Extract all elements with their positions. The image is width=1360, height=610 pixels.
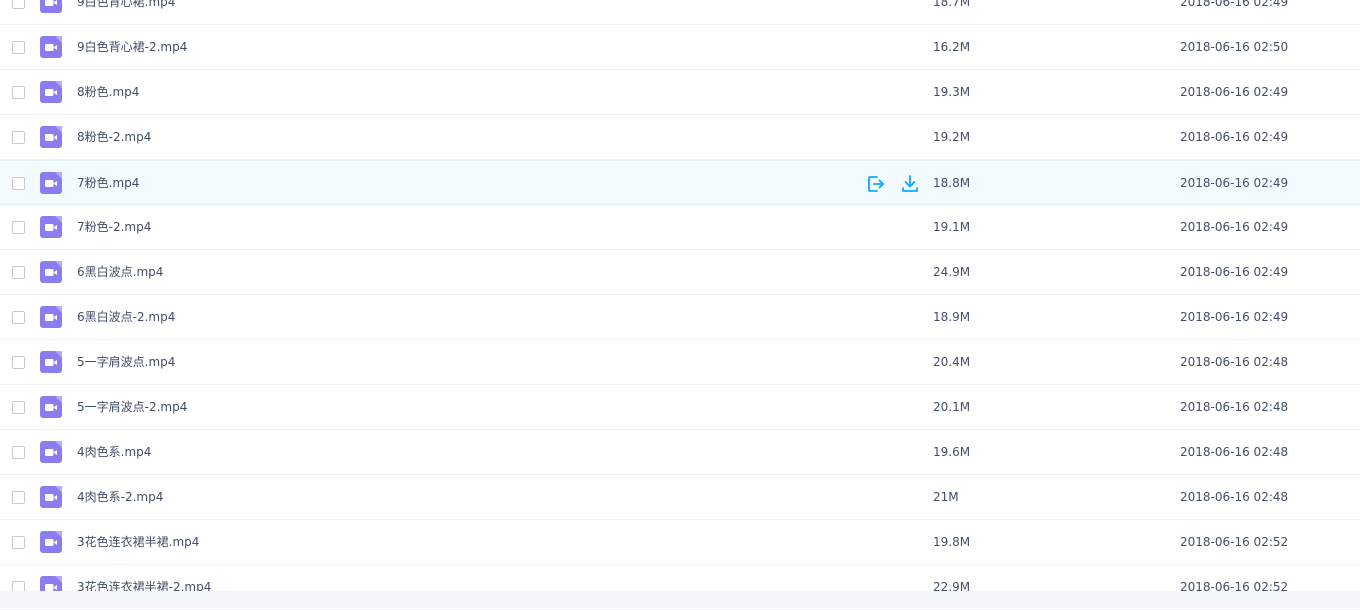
share-icon	[868, 176, 884, 192]
row-checkbox[interactable]	[12, 86, 25, 99]
file-name[interactable]: 5一字肩波点-2.mp4	[77, 399, 187, 415]
row-checkbox[interactable]	[12, 131, 25, 144]
file-modified-time: 2018-06-16 02:48	[1180, 445, 1289, 459]
file-name[interactable]: 3花色连衣裙半裙.mp4	[77, 534, 199, 550]
file-row-9[interactable]: 5一字肩波点.mp4 20.4M 2018-06-16 02:48	[0, 340, 1360, 385]
file-name[interactable]: 7粉色-2.mp4	[77, 219, 151, 235]
video-file-icon	[40, 351, 62, 373]
file-size: 19.2M	[933, 130, 971, 144]
file-row-11[interactable]: 4肉色系.mp4 19.6M 2018-06-16 02:48	[0, 430, 1360, 475]
row-checkbox[interactable]	[12, 177, 25, 190]
video-file-icon	[40, 441, 62, 463]
file-modified-time: 2018-06-16 02:49	[1180, 130, 1289, 144]
file-size: 20.1M	[933, 400, 971, 414]
file-size: 19.3M	[933, 85, 971, 99]
file-size: 19.8M	[933, 535, 971, 549]
video-file-icon	[40, 81, 62, 103]
file-name[interactable]: 8粉色.mp4	[77, 84, 139, 100]
download-icon	[902, 175, 918, 192]
file-row-13[interactable]: 3花色连衣裙半裙.mp4 19.8M 2018-06-16 02:52	[0, 520, 1360, 565]
video-file-icon	[40, 261, 62, 283]
row-checkbox[interactable]	[12, 491, 25, 504]
row-checkbox[interactable]	[12, 446, 25, 459]
row-checkbox[interactable]	[12, 41, 25, 54]
file-size: 18.9M	[933, 310, 971, 324]
file-row-1[interactable]: 9白色背心裙.mp4 18.7M 2018-06-16 02:49	[0, 0, 1360, 25]
file-size: 18.8M	[933, 176, 971, 190]
video-file-icon	[40, 36, 62, 58]
video-file-icon	[40, 126, 62, 148]
file-size: 24.9M	[933, 265, 971, 279]
file-name[interactable]: 8粉色-2.mp4	[77, 129, 151, 145]
share-button[interactable]	[866, 174, 886, 194]
file-name[interactable]: 9白色背心裙-2.mp4	[77, 39, 187, 55]
file-row-10[interactable]: 5一字肩波点-2.mp4 20.1M 2018-06-16 02:48	[0, 385, 1360, 430]
file-modified-time: 2018-06-16 02:49	[1180, 310, 1289, 324]
file-size: 16.2M	[933, 40, 971, 54]
file-size: 18.7M	[933, 0, 971, 9]
file-modified-time: 2018-06-16 02:52	[1180, 535, 1289, 549]
file-name[interactable]: 9白色背心裙.mp4	[77, 0, 175, 10]
file-row-2[interactable]: 9白色背心裙-2.mp4 16.2M 2018-06-16 02:50	[0, 25, 1360, 70]
file-modified-time: 2018-06-16 02:50	[1180, 40, 1289, 54]
file-modified-time: 2018-06-16 02:49	[1180, 220, 1289, 234]
file-modified-time: 2018-06-16 02:49	[1180, 265, 1289, 279]
file-modified-time: 2018-06-16 02:48	[1180, 490, 1289, 504]
file-row-12[interactable]: 4肉色系-2.mp4 21M 2018-06-16 02:48	[0, 475, 1360, 520]
file-name[interactable]: 4肉色系-2.mp4	[77, 489, 163, 505]
row-checkbox[interactable]	[12, 311, 25, 324]
video-file-icon	[40, 306, 62, 328]
video-file-icon	[40, 216, 62, 238]
row-actions	[866, 174, 920, 194]
file-size: 19.6M	[933, 445, 971, 459]
file-row-3[interactable]: 8粉色.mp4 19.3M 2018-06-16 02:49	[0, 70, 1360, 115]
row-checkbox[interactable]	[12, 536, 25, 549]
row-checkbox[interactable]	[12, 221, 25, 234]
file-row-7[interactable]: 6黑白波点.mp4 24.9M 2018-06-16 02:49	[0, 250, 1360, 295]
file-modified-time: 2018-06-16 02:49	[1180, 0, 1289, 9]
video-file-icon	[40, 0, 62, 13]
video-file-icon	[40, 486, 62, 508]
file-modified-time: 2018-06-16 02:49	[1180, 176, 1289, 190]
video-file-icon	[40, 172, 62, 194]
file-name[interactable]: 6黑白波点-2.mp4	[77, 309, 175, 325]
row-checkbox[interactable]	[12, 401, 25, 414]
file-size: 21M	[933, 490, 959, 504]
file-name[interactable]: 7粉色.mp4	[77, 175, 139, 191]
row-checkbox[interactable]	[12, 356, 25, 369]
file-name[interactable]: 5一字肩波点.mp4	[77, 354, 175, 370]
file-size: 19.1M	[933, 220, 971, 234]
file-size: 20.4M	[933, 355, 971, 369]
bottom-bar	[0, 591, 1360, 608]
row-checkbox[interactable]	[12, 0, 25, 9]
video-file-icon	[40, 396, 62, 418]
file-name[interactable]: 4肉色系.mp4	[77, 444, 151, 460]
file-row-8[interactable]: 6黑白波点-2.mp4 18.9M 2018-06-16 02:49	[0, 295, 1360, 340]
file-modified-time: 2018-06-16 02:48	[1180, 400, 1289, 414]
file-modified-time: 2018-06-16 02:48	[1180, 355, 1289, 369]
download-button[interactable]	[900, 174, 920, 194]
video-file-icon	[40, 531, 62, 553]
file-modified-time: 2018-06-16 02:49	[1180, 85, 1289, 99]
file-name[interactable]: 6黑白波点.mp4	[77, 264, 163, 280]
file-list: 9白色背心裙.mp4 18.7M 2018-06-16 02:49 9白色背心裙…	[0, 0, 1360, 610]
row-checkbox[interactable]	[12, 266, 25, 279]
file-row-6[interactable]: 7粉色-2.mp4 19.1M 2018-06-16 02:49	[0, 205, 1360, 250]
file-row-5[interactable]: 7粉色.mp4 18.8M 2018-06-16 02:49	[0, 160, 1360, 205]
file-row-4[interactable]: 8粉色-2.mp4 19.2M 2018-06-16 02:49	[0, 115, 1360, 160]
